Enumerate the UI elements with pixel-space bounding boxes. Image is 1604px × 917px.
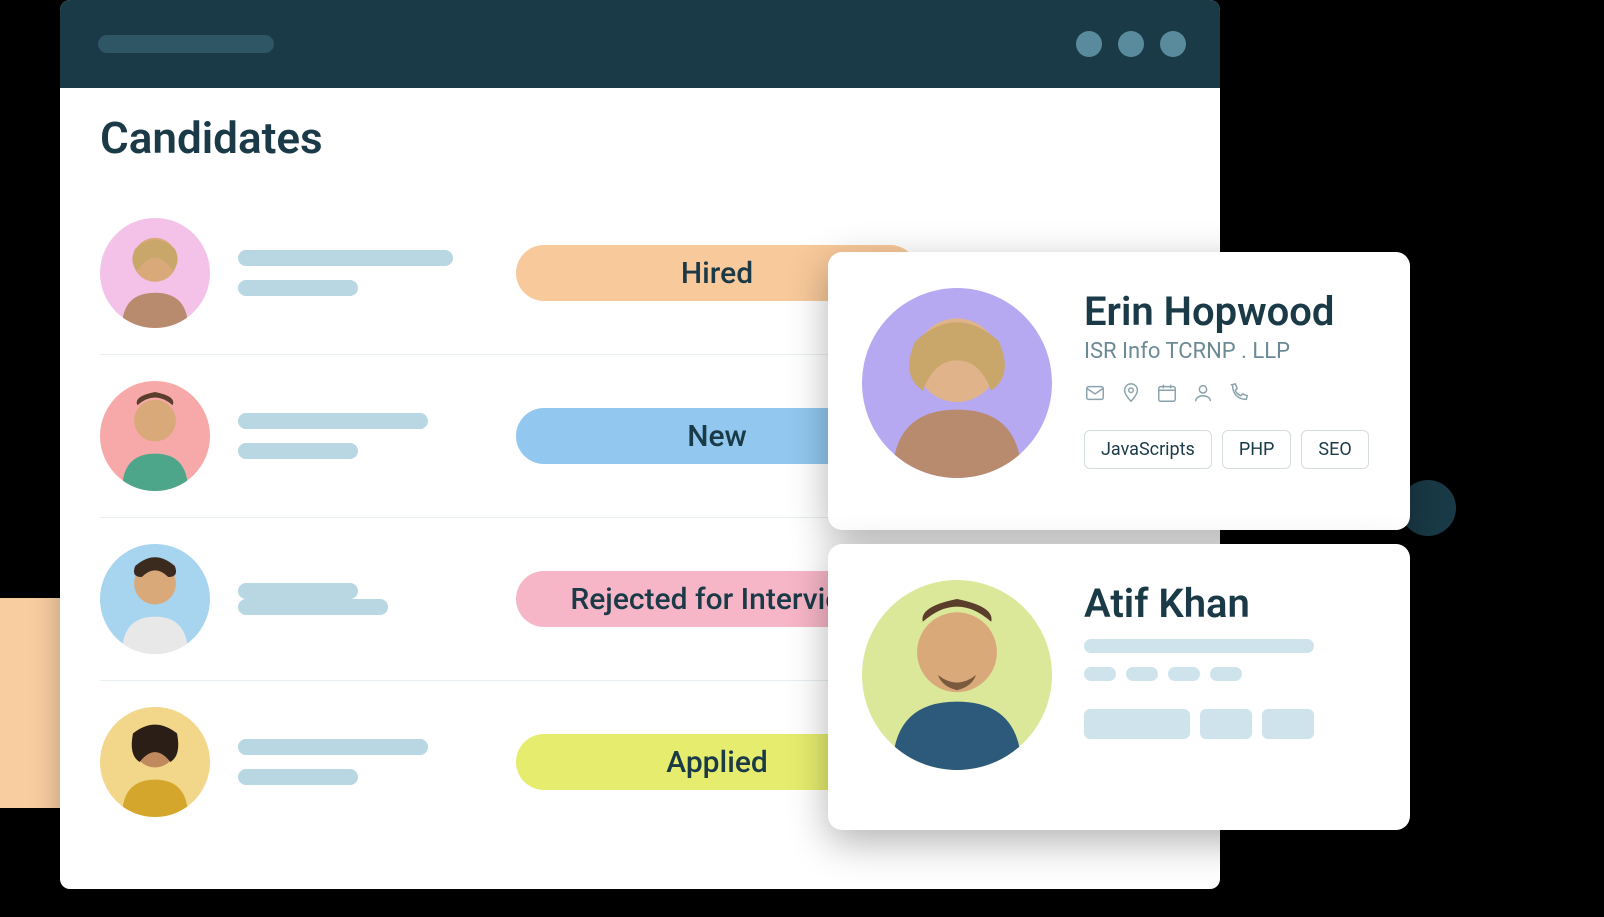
window-dot[interactable]	[1118, 31, 1144, 57]
titlebar	[60, 0, 1220, 88]
skill-tag[interactable]: JavaScripts	[1084, 430, 1212, 469]
page-title: Candidates	[100, 112, 1180, 164]
window-controls	[1076, 31, 1186, 57]
location-icon[interactable]	[1120, 382, 1142, 404]
skill-tag[interactable]: SEO	[1301, 430, 1368, 469]
avatar	[100, 218, 210, 328]
candidate-company: ISR Info TCRNP . LLP	[1084, 339, 1376, 364]
user-icon[interactable]	[1192, 382, 1214, 404]
avatar	[100, 544, 210, 654]
contact-icons	[1084, 382, 1376, 404]
card-body: Atif Khan	[1084, 574, 1376, 796]
title-placeholder	[98, 35, 274, 53]
card-body: Erin Hopwood ISR Info TCRNP . LLP JavaSc…	[1084, 282, 1376, 496]
candidate-card[interactable]: Erin Hopwood ISR Info TCRNP . LLP JavaSc…	[828, 252, 1410, 530]
name-placeholder	[238, 739, 488, 785]
skill-tag[interactable]: PHP	[1222, 430, 1292, 469]
phone-icon[interactable]	[1228, 382, 1250, 404]
candidate-card[interactable]: Atif Khan	[828, 544, 1410, 830]
name-placeholder	[238, 250, 488, 296]
calendar-icon[interactable]	[1156, 382, 1178, 404]
name-placeholder	[238, 413, 488, 459]
mail-icon[interactable]	[1084, 382, 1106, 404]
name-placeholder	[238, 583, 488, 615]
avatar	[862, 288, 1052, 478]
avatar	[100, 381, 210, 491]
skill-tags: JavaScripts PHP SEO	[1084, 430, 1376, 469]
window-dot[interactable]	[1076, 31, 1102, 57]
placeholder-block	[1084, 639, 1376, 739]
avatar	[100, 707, 210, 817]
window-dot[interactable]	[1160, 31, 1186, 57]
candidate-name: Atif Khan	[1084, 580, 1376, 627]
candidate-name: Erin Hopwood	[1084, 288, 1376, 335]
avatar	[862, 580, 1052, 770]
